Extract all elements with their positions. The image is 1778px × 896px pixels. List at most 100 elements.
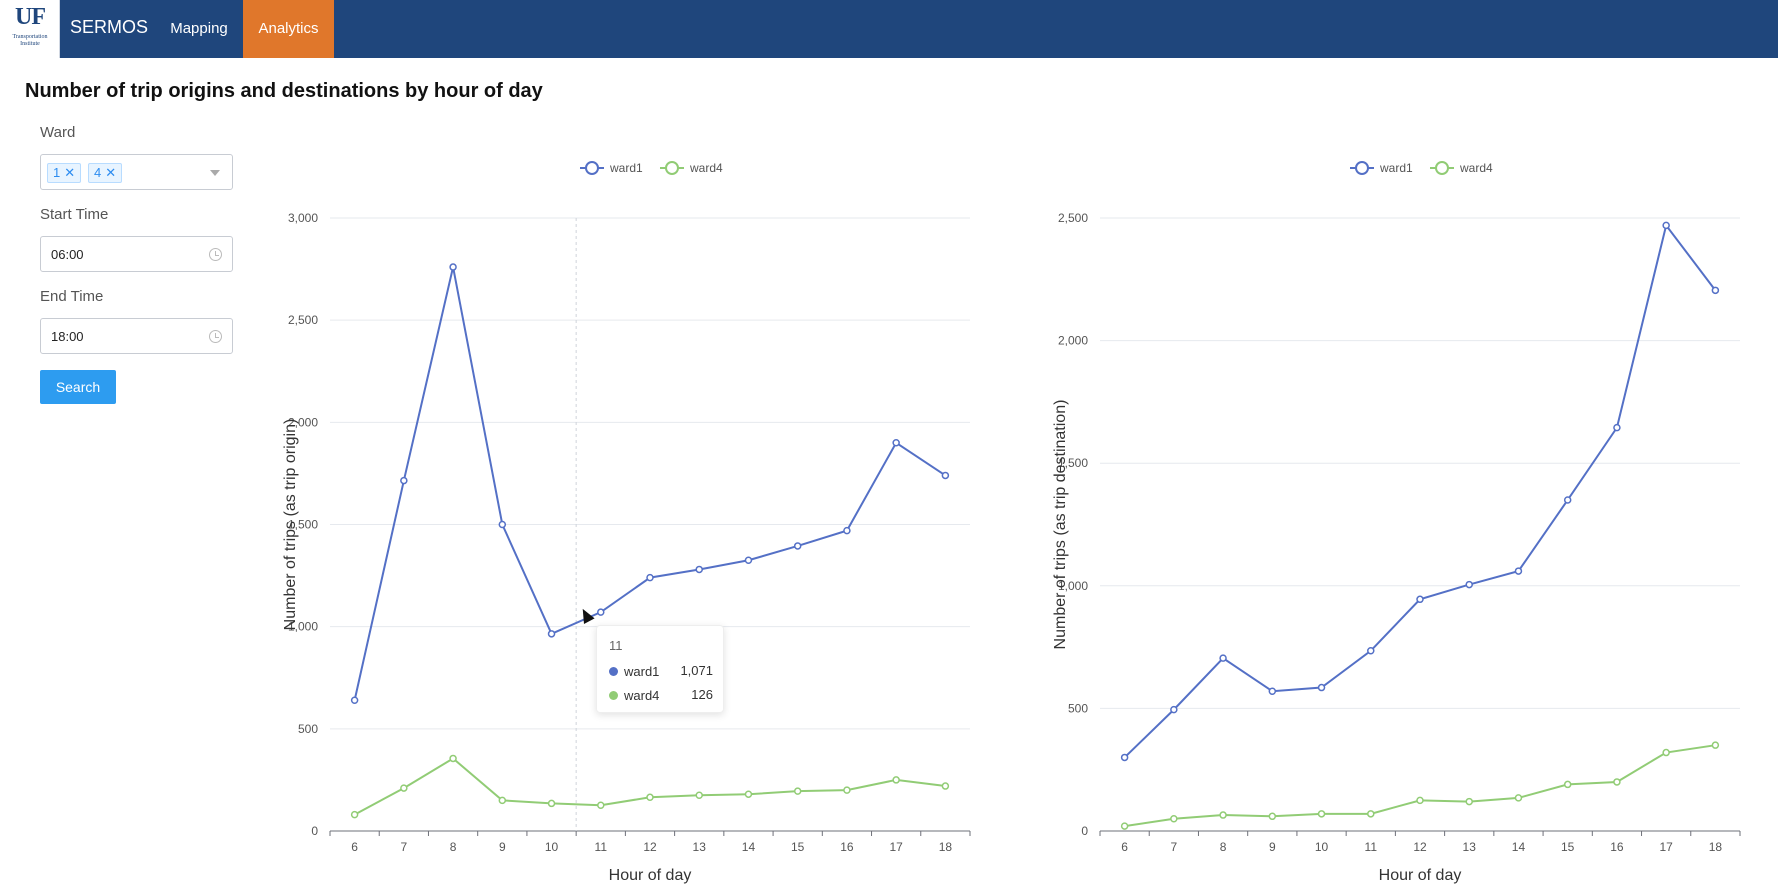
ward-select[interactable]: 1 ✕ 4 ✕ bbox=[40, 154, 233, 190]
data-point-ward1 bbox=[597, 608, 605, 616]
y-axis-title: Number of trips (as trip destination) bbox=[1052, 400, 1069, 650]
ward-tag-1[interactable]: 1 ✕ bbox=[47, 163, 82, 183]
x-tick-label: 8 bbox=[1220, 840, 1227, 854]
data-point-ward1 bbox=[1268, 687, 1277, 695]
data-point-ward4 bbox=[498, 796, 507, 805]
legend-marker-ward1 bbox=[1355, 161, 1369, 175]
x-tick-label: 11 bbox=[595, 840, 608, 854]
x-tick-label: 9 bbox=[499, 840, 506, 854]
data-point-ward1 bbox=[695, 565, 703, 574]
nav-mapping[interactable]: Mapping bbox=[160, 0, 238, 58]
destination-chart-svg: 05001,0001,5002,0002,5006 7 8 9 10 11 12 13 14 15… bbox=[1052, 161, 1741, 884]
data-point-ward1 bbox=[498, 520, 507, 529]
start-time-input[interactable]: 06:00 bbox=[40, 236, 233, 272]
x-tick-label: 13 bbox=[1463, 840, 1477, 854]
data-point-ward1 bbox=[1711, 286, 1720, 295]
x-tick-label: 9 bbox=[1269, 840, 1276, 854]
x-tick-label: 6 bbox=[1121, 840, 1128, 854]
end-time-input[interactable]: 18:00 bbox=[40, 318, 233, 354]
origin-chart-svg: 05001,0001,5002,0002,5003,0006 7 8 9 10 11 12 1… bbox=[282, 161, 971, 884]
data-point-ward4 bbox=[1120, 822, 1129, 830]
series-dot-icon bbox=[609, 667, 618, 677]
ward-tag-label: 1 bbox=[53, 165, 61, 180]
data-point-ward1 bbox=[1120, 753, 1129, 762]
data-point-ward4 bbox=[547, 799, 556, 808]
legend-label: ward1 bbox=[609, 161, 643, 175]
brand-name[interactable]: SERMOS bbox=[70, 17, 148, 38]
data-point-ward4 bbox=[1465, 797, 1473, 806]
chevron-down-icon[interactable] bbox=[210, 170, 220, 176]
data-point-ward1 bbox=[449, 263, 457, 271]
series-line-ward1 bbox=[1123, 223, 1717, 759]
top-navbar: UF Transportation Institute SERMOS Mappi… bbox=[0, 0, 1778, 58]
data-point-ward1 bbox=[547, 630, 556, 638]
x-tick-label: 12 bbox=[643, 840, 657, 854]
x-tick-label: 15 bbox=[1561, 840, 1575, 854]
x-tick-label: 17 bbox=[889, 840, 903, 854]
x-axis-title: Hour of day bbox=[609, 867, 692, 884]
data-point-ward4 bbox=[1416, 796, 1424, 805]
end-time-label: End Time bbox=[40, 288, 104, 305]
legend-marker-ward4 bbox=[1435, 161, 1449, 175]
data-point-ward4 bbox=[350, 810, 359, 819]
y-tick-label: 2,000 bbox=[1058, 334, 1088, 348]
clock-icon bbox=[209, 330, 222, 343]
data-point-ward1 bbox=[941, 471, 950, 480]
data-point-ward1 bbox=[1514, 567, 1523, 575]
data-point-ward4 bbox=[1563, 780, 1572, 789]
data-point-ward4 bbox=[941, 782, 950, 790]
data-point-ward4 bbox=[1662, 748, 1670, 757]
series-dot-icon bbox=[609, 691, 618, 701]
x-tick-label: 18 bbox=[939, 840, 953, 854]
x-tick-label: 16 bbox=[1610, 840, 1624, 854]
tooltip-row-ward1: ward1 1,071 bbox=[609, 663, 713, 679]
origin-chart: 0 500 1,000 1,500 2,000 2,500 3,000 6 7 8 9 10 11 12 1… bbox=[270, 150, 1000, 890]
data-point-ward1 bbox=[744, 556, 753, 565]
nav-analytics[interactable]: Analytics bbox=[243, 0, 334, 58]
data-point-ward1 bbox=[1317, 683, 1326, 692]
ward-tag-label: 4 bbox=[94, 165, 102, 180]
data-point-ward4 bbox=[400, 784, 408, 792]
data-point-ward1 bbox=[1416, 595, 1424, 604]
x-tick-label: 12 bbox=[1413, 840, 1427, 854]
x-tick-label: 17 bbox=[1659, 840, 1673, 854]
page-title: Number of trip origins and destinations … bbox=[25, 80, 543, 102]
uf-logo[interactable]: UF Transportation Institute bbox=[0, 0, 60, 58]
data-point-ward4 bbox=[1711, 741, 1720, 749]
legend-label: ward1 bbox=[1379, 161, 1413, 175]
close-icon[interactable]: ✕ bbox=[64, 165, 75, 180]
data-point-ward1 bbox=[1662, 221, 1670, 230]
end-time-value: 18:00 bbox=[51, 329, 84, 344]
y-tick-label: 2,500 bbox=[288, 313, 318, 327]
data-point-ward4 bbox=[1613, 778, 1621, 786]
search-button[interactable]: Search bbox=[40, 370, 116, 404]
x-tick-label: 10 bbox=[545, 840, 559, 854]
tooltip-series-value: 126 bbox=[691, 687, 713, 702]
data-point-ward1 bbox=[1367, 647, 1375, 655]
x-tick-label: 10 bbox=[1315, 840, 1329, 854]
x-axis-title: Hour of day bbox=[1379, 867, 1462, 884]
data-point-ward1 bbox=[1613, 423, 1621, 432]
uf-logo-subtitle: Transportation Institute bbox=[12, 34, 48, 47]
x-tick-label: 18 bbox=[1709, 840, 1723, 854]
tooltip-series-name: ward1 bbox=[624, 664, 660, 680]
x-tick-label: 11 bbox=[1365, 840, 1378, 854]
legend-label: ward4 bbox=[1459, 161, 1493, 175]
data-point-ward4 bbox=[1219, 811, 1227, 819]
y-tick-label: 0 bbox=[311, 824, 318, 838]
x-tick-label: 14 bbox=[1512, 840, 1526, 854]
tooltip-title: 11 bbox=[609, 638, 623, 653]
y-tick-label: 500 bbox=[298, 722, 318, 736]
destination-chart: 0 500 1,000 1,500 2,000 2,500 6 7 8 9 10 11 12 13 14 15… bbox=[1040, 150, 1770, 890]
close-icon[interactable]: ✕ bbox=[105, 165, 116, 180]
chart-tooltip: 11 ward1 1,071 ward4 126 bbox=[596, 625, 724, 713]
tooltip-series-name: ward4 bbox=[624, 688, 660, 704]
y-tick-label: 0 bbox=[1081, 824, 1088, 838]
start-time-label: Start Time bbox=[40, 206, 109, 223]
ward-tag-4[interactable]: 4 ✕ bbox=[88, 163, 123, 183]
data-point-ward1 bbox=[1465, 580, 1473, 589]
data-point-ward4 bbox=[1317, 810, 1326, 818]
y-tick-label: 500 bbox=[1068, 701, 1088, 715]
data-point-ward4 bbox=[597, 801, 605, 810]
y-tick-label: 3,000 bbox=[288, 211, 318, 225]
